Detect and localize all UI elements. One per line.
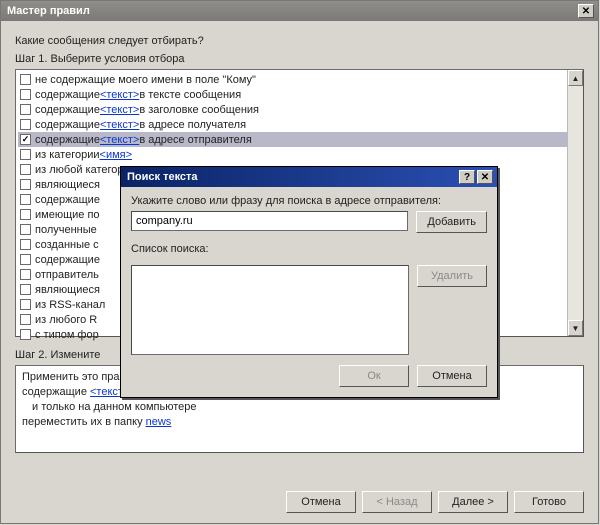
dialog-cancel-button[interactable]: Отмена [417, 365, 487, 387]
close-icon: ✕ [582, 6, 590, 17]
condition-text: содержащие [35, 119, 100, 131]
wizard-titlebar: Мастер правил ✕ [1, 1, 598, 21]
condition-row[interactable]: содержащие <текст> в заголовке сообщения [18, 102, 581, 117]
step1-label: Шаг 1. Выберите условия отбора [15, 53, 584, 65]
dialog-prompt: Укажите слово или фразу для поиска в адр… [131, 195, 487, 207]
question-label: Какие сообщения следует отбирать? [15, 35, 584, 47]
condition-text: в адресе получателя [139, 119, 246, 131]
condition-checkbox[interactable] [20, 149, 31, 160]
condition-text: созданные с [35, 239, 99, 251]
condition-text: в заголовке сообщения [139, 104, 259, 116]
conditions-scrollbar[interactable]: ▲ ▼ [567, 70, 583, 336]
condition-text: имеющие по [35, 209, 100, 221]
scroll-up-icon[interactable]: ▲ [568, 70, 583, 86]
condition-text: из RSS-канал [35, 299, 105, 311]
search-list[interactable] [131, 265, 409, 355]
condition-link[interactable]: <имя> [100, 149, 133, 161]
condition-checkbox[interactable] [20, 284, 31, 295]
dialog-footer: Ок Отмена [131, 365, 487, 387]
condition-checkbox[interactable] [20, 269, 31, 280]
condition-row[interactable]: содержащие <текст> в адресе получателя [18, 117, 581, 132]
condition-text: содержащие [35, 104, 100, 116]
condition-text: отправитель [35, 269, 99, 281]
condition-checkbox[interactable] [20, 89, 31, 100]
wizard-title: Мастер правил [7, 5, 90, 17]
condition-row[interactable]: содержащие <текст> в адресе отправителя [18, 132, 581, 147]
condition-checkbox[interactable] [20, 179, 31, 190]
condition-link[interactable]: <текст> [100, 119, 139, 131]
search-list-label: Список поиска: [131, 243, 487, 255]
wizard-close-button[interactable]: ✕ [578, 4, 594, 18]
search-text-dialog: Поиск текста ? ✕ Укажите слово или фразу… [120, 166, 498, 398]
condition-link[interactable]: <текст> [100, 89, 139, 101]
desc-line3: и только на данном компьютере [22, 400, 577, 415]
condition-text: в тексте сообщения [139, 89, 241, 101]
condition-checkbox[interactable] [20, 314, 31, 325]
condition-text: содержащие [35, 89, 100, 101]
condition-checkbox[interactable] [20, 299, 31, 310]
condition-row[interactable]: содержащие <текст> в тексте сообщения [18, 87, 581, 102]
condition-row[interactable]: из категории <имя> [18, 147, 581, 162]
condition-text: в адресе отправителя [139, 134, 251, 146]
desc-folder-link[interactable]: news [146, 416, 172, 428]
condition-text: не содержащие моего имени в поле "Кому" [35, 74, 256, 86]
scroll-track[interactable] [568, 86, 583, 320]
dialog-help-button[interactable]: ? [459, 170, 475, 184]
condition-checkbox[interactable] [20, 194, 31, 205]
condition-link[interactable]: <текст> [100, 134, 139, 146]
condition-checkbox[interactable] [20, 119, 31, 130]
dialog-titlebar: Поиск текста ? ✕ [121, 167, 497, 187]
desc-line4: переместить их в папку news [22, 415, 577, 430]
condition-text: являющиеся [35, 284, 100, 296]
dialog-close-button[interactable]: ✕ [477, 170, 493, 184]
cancel-button[interactable]: Отмена [286, 491, 356, 513]
condition-checkbox[interactable] [20, 254, 31, 265]
close-icon: ✕ [481, 172, 489, 183]
condition-text: из любого R [35, 314, 97, 326]
condition-text: полученные [35, 224, 97, 236]
condition-text: из категории [35, 149, 100, 161]
condition-text: содержащие [35, 194, 100, 206]
remove-button[interactable]: Удалить [417, 265, 487, 287]
wizard-button-bar: Отмена < Назад Далее > Готово [286, 491, 584, 513]
condition-text: содержащие [35, 134, 100, 146]
condition-checkbox[interactable] [20, 329, 31, 340]
add-button[interactable]: Добавить [416, 211, 487, 233]
condition-checkbox[interactable] [20, 164, 31, 175]
condition-text: содержащие [35, 254, 100, 266]
condition-checkbox[interactable] [20, 209, 31, 220]
dialog-body: Укажите слово или фразу для поиска в адр… [121, 187, 497, 397]
dialog-title: Поиск текста [127, 171, 198, 183]
finish-button[interactable]: Готово [514, 491, 584, 513]
condition-text: являющиеся [35, 179, 100, 191]
condition-text: с типом фор [35, 329, 99, 341]
condition-checkbox[interactable] [20, 224, 31, 235]
help-icon: ? [464, 172, 470, 183]
ok-button[interactable]: Ок [339, 365, 409, 387]
condition-checkbox[interactable] [20, 104, 31, 115]
next-button[interactable]: Далее > [438, 491, 508, 513]
condition-checkbox[interactable] [20, 239, 31, 250]
back-button[interactable]: < Назад [362, 491, 432, 513]
condition-row[interactable]: не содержащие моего имени в поле "Кому" [18, 72, 581, 87]
scroll-down-icon[interactable]: ▼ [568, 320, 583, 336]
condition-link[interactable]: <текст> [100, 104, 139, 116]
condition-checkbox[interactable] [20, 74, 31, 85]
condition-checkbox[interactable] [20, 134, 31, 145]
search-text-input[interactable] [131, 211, 408, 231]
